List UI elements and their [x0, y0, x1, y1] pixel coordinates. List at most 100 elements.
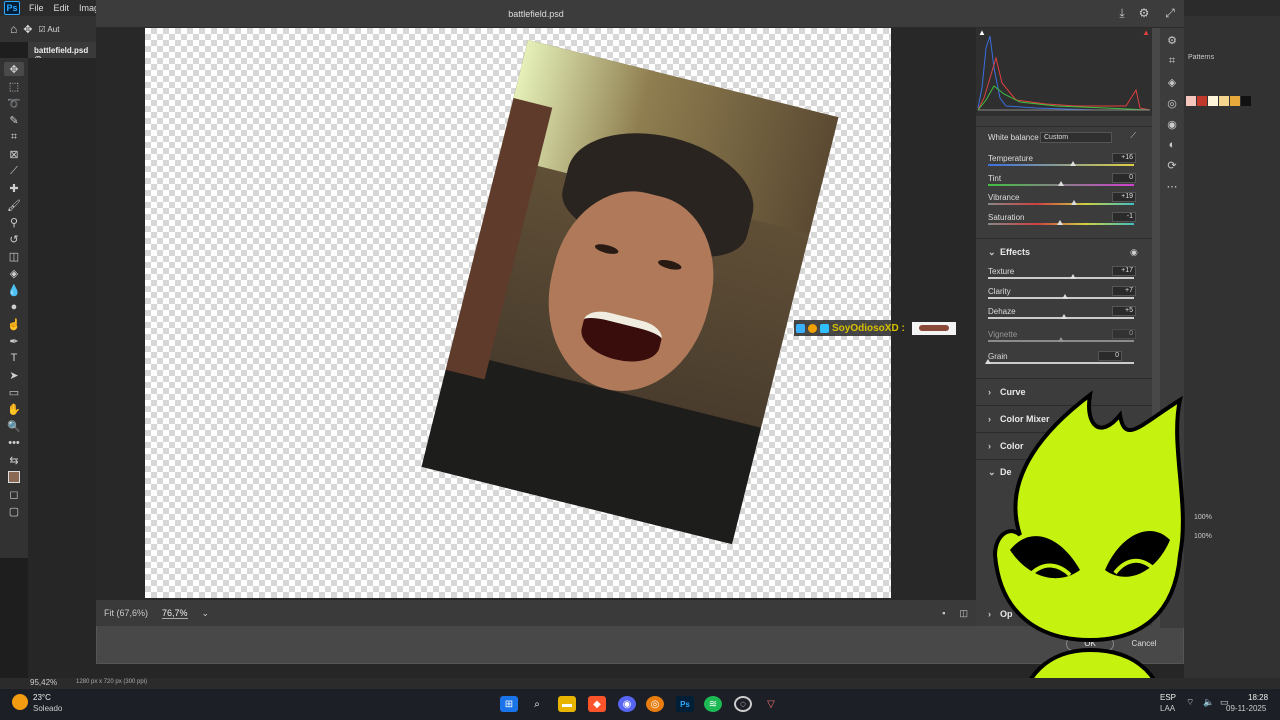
- blender-icon[interactable]: ◎: [646, 696, 664, 712]
- red-eye-icon[interactable]: ◉: [1167, 118, 1177, 131]
- grain-value[interactable]: 0: [1098, 351, 1122, 361]
- discord-icon[interactable]: ◉: [618, 696, 636, 712]
- presets-icon[interactable]: ◐: [1169, 139, 1176, 151]
- vibrance-thumb[interactable]: [1071, 200, 1078, 205]
- eyedropper-icon[interactable]: ⟋: [1130, 131, 1136, 141]
- quick-mask-icon[interactable]: ◻: [4, 487, 24, 501]
- dehaze-value[interactable]: +5: [1112, 306, 1136, 316]
- white-balance-select[interactable]: Custom: [1040, 132, 1112, 143]
- more-tools-icon[interactable]: •••: [4, 436, 24, 450]
- language-indicator[interactable]: ESP: [1160, 693, 1176, 702]
- healing-brush-icon[interactable]: ✚: [4, 181, 24, 195]
- smudge-tool-icon[interactable]: ☝: [4, 317, 24, 331]
- history-brush-icon[interactable]: ↺: [4, 232, 24, 246]
- crop-rotate-icon[interactable]: ⌗: [1169, 55, 1175, 68]
- file-explorer-icon[interactable]: ▬: [558, 696, 576, 712]
- clock-time[interactable]: 18:28: [1248, 693, 1268, 702]
- eyedropper-icon[interactable]: ⟋: [4, 164, 24, 178]
- compare-view-icon[interactable]: ◫: [959, 608, 968, 619]
- wifi-icon[interactable]: ⌔: [1186, 697, 1194, 708]
- tint-thumb[interactable]: [1058, 181, 1064, 186]
- weather-sun-icon[interactable]: [12, 694, 28, 710]
- app-icon[interactable]: ▽: [762, 696, 780, 712]
- volume-icon[interactable]: 🔈: [1203, 697, 1214, 708]
- temperature-slider[interactable]: [988, 164, 1134, 166]
- texture-slider[interactable]: [988, 277, 1134, 279]
- type-tool-icon[interactable]: T: [4, 351, 24, 365]
- screen-mode-icon[interactable]: ▢: [4, 504, 24, 518]
- move-tool-icon[interactable]: ✥: [4, 62, 24, 76]
- vibrance-value[interactable]: +19: [1112, 192, 1136, 202]
- menu-file[interactable]: File: [24, 3, 49, 13]
- checkbox-auto[interactable]: ☑ Aut: [38, 25, 59, 34]
- save-icon[interactable]: ⤓: [1114, 6, 1130, 22]
- clarity-slider[interactable]: [988, 297, 1134, 299]
- opacity-field[interactable]: 100%: [1194, 514, 1212, 521]
- pen-tool-icon[interactable]: ✒: [4, 334, 24, 348]
- zoom-dropdown-icon[interactable]: ⌄: [202, 608, 210, 619]
- dodge-tool-icon[interactable]: ●: [4, 300, 24, 314]
- temperature-value[interactable]: +16: [1112, 153, 1136, 163]
- swatch[interactable]: [1197, 96, 1207, 106]
- obs-icon[interactable]: ◌: [734, 696, 752, 712]
- photoshop-taskbar-icon[interactable]: Ps: [676, 696, 694, 712]
- grain-slider[interactable]: [988, 362, 1134, 364]
- swatch[interactable]: [1208, 96, 1218, 106]
- path-select-icon[interactable]: ➤: [4, 368, 24, 382]
- weather-temp[interactable]: 23°C: [33, 693, 51, 702]
- saturation-value[interactable]: -1: [1112, 212, 1136, 222]
- stamp-tool-icon[interactable]: ⚲: [4, 215, 24, 229]
- zoom-tool-icon[interactable]: 🔍: [4, 419, 24, 433]
- hand-tool-icon[interactable]: ✋: [4, 402, 24, 416]
- saturation-thumb[interactable]: [1056, 220, 1063, 225]
- visibility-eye-icon[interactable]: ◉: [1130, 247, 1138, 258]
- rectangle-tool-icon[interactable]: ▭: [4, 385, 24, 399]
- blur-tool-icon[interactable]: 💧: [4, 283, 24, 297]
- color-swatch-icon[interactable]: [4, 470, 24, 484]
- brave-browser-icon[interactable]: ◆: [588, 696, 606, 712]
- start-windows-icon[interactable]: ⊞: [500, 696, 518, 712]
- highlight-clip-icon[interactable]: ▲: [1142, 28, 1150, 37]
- marquee-tool-icon[interactable]: ⬚: [4, 79, 24, 93]
- temperature-thumb[interactable]: [1069, 161, 1076, 166]
- search-icon[interactable]: ⌕: [528, 696, 546, 712]
- home-icon[interactable]: ⌂: [10, 22, 17, 36]
- fit-zoom-button[interactable]: Fit (67,6%): [104, 608, 148, 618]
- vignette-thumb[interactable]: [1058, 337, 1064, 342]
- zoom-level[interactable]: 76,7%: [162, 608, 188, 619]
- move-tool-icon[interactable]: ✥: [23, 23, 32, 36]
- swatch[interactable]: [1230, 96, 1240, 106]
- menu-edit[interactable]: Edit: [49, 3, 75, 13]
- clarity-value[interactable]: +7: [1112, 286, 1136, 296]
- crop-tool-icon[interactable]: ⌗: [4, 130, 24, 144]
- remove-tool-icon[interactable]: ◈: [1168, 76, 1176, 89]
- paint-bucket-icon[interactable]: ◈: [4, 266, 24, 280]
- edit-icon[interactable]: ⚙: [1167, 34, 1177, 47]
- frame-tool-icon[interactable]: ⊠: [4, 147, 24, 161]
- patterns-tab[interactable]: Patterns: [1188, 54, 1214, 61]
- effects-section-header[interactable]: ⌄ Effects: [988, 247, 1030, 258]
- vignette-value[interactable]: 0: [1112, 329, 1136, 339]
- grain-thumb[interactable]: [985, 359, 991, 364]
- single-view-icon[interactable]: ▪: [942, 608, 945, 619]
- fill-field[interactable]: 100%: [1194, 533, 1212, 540]
- masking-icon[interactable]: ◎: [1167, 97, 1177, 110]
- snapshots-icon[interactable]: ⟳: [1167, 159, 1176, 172]
- quick-select-icon[interactable]: ✎: [4, 113, 24, 127]
- settings-icon[interactable]: ⚙: [1136, 6, 1152, 22]
- lasso-tool-icon[interactable]: ➰: [4, 96, 24, 110]
- shadow-clip-icon[interactable]: ▲: [978, 28, 986, 37]
- swatch[interactable]: [1241, 96, 1251, 106]
- texture-value[interactable]: +17: [1112, 266, 1136, 276]
- more-options-icon[interactable]: ⋯: [1167, 180, 1178, 193]
- swatch[interactable]: [1219, 96, 1229, 106]
- eraser-icon[interactable]: ◫: [4, 249, 24, 263]
- brush-tool-icon[interactable]: 🖌: [4, 198, 24, 212]
- vibrance-slider[interactable]: [988, 203, 1134, 205]
- tint-value[interactable]: 0: [1112, 173, 1136, 183]
- clarity-thumb[interactable]: [1062, 294, 1069, 299]
- texture-thumb[interactable]: [1069, 274, 1076, 279]
- fullscreen-icon[interactable]: ⤢: [1162, 6, 1178, 22]
- dehaze-thumb[interactable]: [1060, 314, 1067, 319]
- color-swap-icon[interactable]: ⇆: [4, 453, 24, 467]
